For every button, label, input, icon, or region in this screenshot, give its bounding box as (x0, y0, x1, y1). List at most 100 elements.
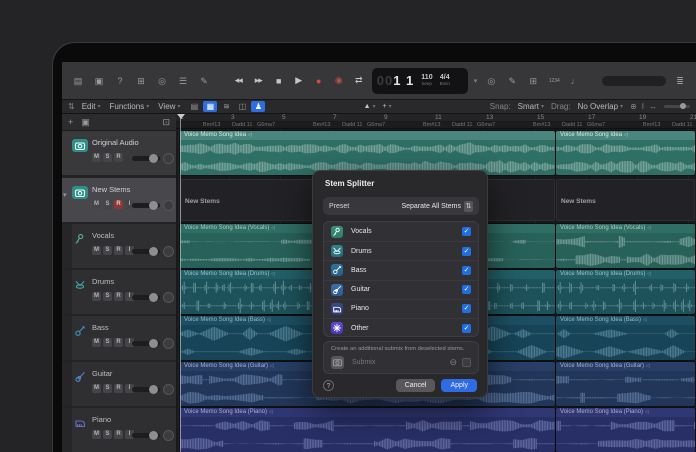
volume-slider[interactable] (132, 201, 160, 210)
duplicate-track-button[interactable]: ▣ (81, 117, 90, 128)
pan-knob[interactable] (163, 153, 174, 164)
auto-zoom-icon[interactable]: ⇅ (68, 102, 75, 111)
cycle-button[interactable]: ⇄ (351, 75, 366, 86)
region-original-audio[interactable]: Voice Memo Song Idea ◁ (180, 131, 555, 175)
track-header-drums[interactable]: Drums M S R I (62, 270, 176, 314)
stem-checkbox-guitar[interactable]: ✓ (462, 285, 471, 295)
volume-slider[interactable] (132, 247, 160, 256)
pan-knob[interactable] (163, 430, 174, 441)
chord-ruler[interactable]: Bm#13 Dadd 11 G6ma7 Bm#13 Dadd 11 G6ma7 Bm#13 D… (176, 122, 696, 129)
pencil-icon[interactable]: ✎ (504, 74, 520, 88)
track-button-r[interactable]: R (114, 292, 123, 301)
stop-button[interactable]: ■ (271, 76, 286, 86)
track-button-s[interactable]: S (103, 384, 112, 393)
library-icon[interactable]: ▤ (70, 74, 86, 88)
stem-checkbox-bass[interactable]: ✓ (462, 265, 471, 275)
menu-functions[interactable]: Functions ▾ (110, 102, 150, 111)
metronome-icon[interactable]: ♩ (567, 74, 583, 88)
smart-controls-icon[interactable]: ◎ (154, 74, 170, 88)
track-button-m[interactable]: M (92, 246, 101, 255)
play-button[interactable]: ▶ (291, 75, 306, 86)
help-button[interactable]: ? (323, 380, 334, 391)
disclosure-chevron-icon[interactable]: ▾ (63, 191, 67, 199)
lcd-display[interactable]: 001 1 110 keep 4/4 Bmin (371, 67, 468, 94)
volume-slider[interactable] (132, 385, 160, 394)
add-icon[interactable]: ⊞ (525, 74, 541, 88)
mixer-icon[interactable]: ☰ (175, 74, 191, 88)
master-volume-slider[interactable] (602, 75, 667, 86)
track-button-m[interactable]: M (92, 200, 101, 209)
automation-view-button[interactable]: ≋ (219, 101, 233, 112)
volume-slider[interactable] (132, 339, 160, 348)
track-button-m[interactable]: M (92, 153, 101, 162)
track-button-r[interactable]: R (114, 430, 123, 439)
add-tool[interactable]: + ▾ (383, 103, 392, 110)
pointer-tool[interactable]: ▲ ▾ (364, 103, 376, 110)
track-header-vocals[interactable]: Vocals M S R I (62, 224, 176, 268)
forward-button[interactable]: ▸▸ (251, 75, 266, 86)
track-button-r[interactable]: R (114, 200, 123, 209)
menu-edit[interactable]: Edit ▾ (82, 102, 101, 111)
folder-region-2[interactable]: New Stems (556, 179, 695, 221)
text-tool-icon[interactable]: I (642, 102, 644, 111)
preset-select[interactable]: Separate All Stems ⇅ (401, 200, 473, 212)
regions-view-button[interactable]: ▤ (187, 101, 201, 112)
track-header-bass[interactable]: Bass M S R I (62, 316, 176, 360)
capture-recording-button[interactable]: ◉ (331, 75, 346, 86)
track-button-m[interactable]: M (92, 430, 101, 439)
add-track-button[interactable]: + (68, 117, 73, 127)
track-options-icon[interactable]: ⊡ (162, 117, 170, 128)
pan-knob[interactable] (163, 200, 174, 211)
drag-select[interactable]: No Overlap ▾ (578, 102, 623, 111)
lcd-options-chevron-icon[interactable]: ▾ (474, 77, 478, 85)
collaboration-button[interactable]: ♟ (251, 101, 266, 112)
list-editors-icon[interactable]: ≣ (672, 74, 688, 88)
track-button-r[interactable]: R (114, 384, 123, 393)
cancel-button[interactable]: Cancel (395, 379, 436, 392)
flex-view-button[interactable]: ◫ (235, 101, 249, 112)
track-button-s[interactable]: S (103, 200, 112, 209)
editors-icon[interactable]: ✎ (196, 74, 212, 88)
remove-submix-icon[interactable]: ⊖ (449, 357, 457, 368)
menu-view[interactable]: View ▾ (158, 102, 180, 111)
track-button-r[interactable]: R (114, 246, 123, 255)
bar-ruler[interactable]: 1 3 5 7 9 11 13 15 17 19 21 (176, 114, 696, 122)
region-original-audio-2[interactable]: Voice Memo Song Idea ◁ (556, 131, 695, 175)
snap-select[interactable]: Smart ▾ (518, 102, 544, 111)
track-button-s[interactable]: S (103, 338, 112, 347)
pan-knob[interactable] (163, 246, 174, 257)
track-button-m[interactable]: M (92, 292, 101, 301)
region-bass-2[interactable]: Voice Memo Song Idea (Bass) ◁ (556, 316, 695, 360)
tuner-icon[interactable]: ◎ (483, 74, 499, 88)
count-in-icon[interactable]: 1234 (546, 74, 562, 88)
record-button[interactable]: ● (311, 76, 326, 86)
marquee-icon[interactable]: ↔ (649, 102, 657, 111)
playhead-marker-icon[interactable] (176, 114, 185, 123)
track-button-m[interactable]: M (92, 384, 101, 393)
volume-slider[interactable] (132, 154, 160, 163)
quick-help-icon[interactable]: ? (112, 74, 128, 88)
stem-checkbox-vocals[interactable]: ✓ (462, 227, 471, 237)
track-button-s[interactable]: S (103, 292, 112, 301)
track-header-original-audio[interactable]: Original Audio M S R (62, 131, 176, 175)
track-header-guitar[interactable]: Guitar M S R I (62, 362, 176, 406)
track-button-m[interactable]: M (92, 338, 101, 347)
submix-checkbox[interactable] (462, 358, 471, 367)
toolbar-icon[interactable]: ⊞ (133, 74, 149, 88)
track-header-new-stems[interactable]: ▾ New Stems M S R I (62, 178, 176, 222)
inspector-icon[interactable]: ▣ (91, 74, 107, 88)
pan-knob[interactable] (163, 338, 174, 349)
region-piano[interactable]: Voice Memo Song Idea (Piano) ◁ (180, 408, 555, 452)
track-button-s[interactable]: S (103, 153, 112, 162)
stem-checkbox-piano[interactable]: ✓ (462, 304, 471, 314)
track-button-r[interactable]: R (114, 338, 123, 347)
volume-slider[interactable] (132, 293, 160, 302)
stem-checkbox-other[interactable]: ✓ (462, 323, 471, 333)
stem-checkbox-drums[interactable]: ✓ (462, 246, 471, 256)
volume-slider[interactable] (132, 431, 160, 440)
grid-view-button[interactable]: ▦ (203, 101, 218, 112)
region-vocals-2[interactable]: Voice Memo Song Idea (Vocals) ◁ (556, 224, 695, 268)
rewind-button[interactable]: ◂◂ (231, 75, 246, 86)
pan-knob[interactable] (163, 292, 174, 303)
pan-knob[interactable] (163, 384, 174, 395)
